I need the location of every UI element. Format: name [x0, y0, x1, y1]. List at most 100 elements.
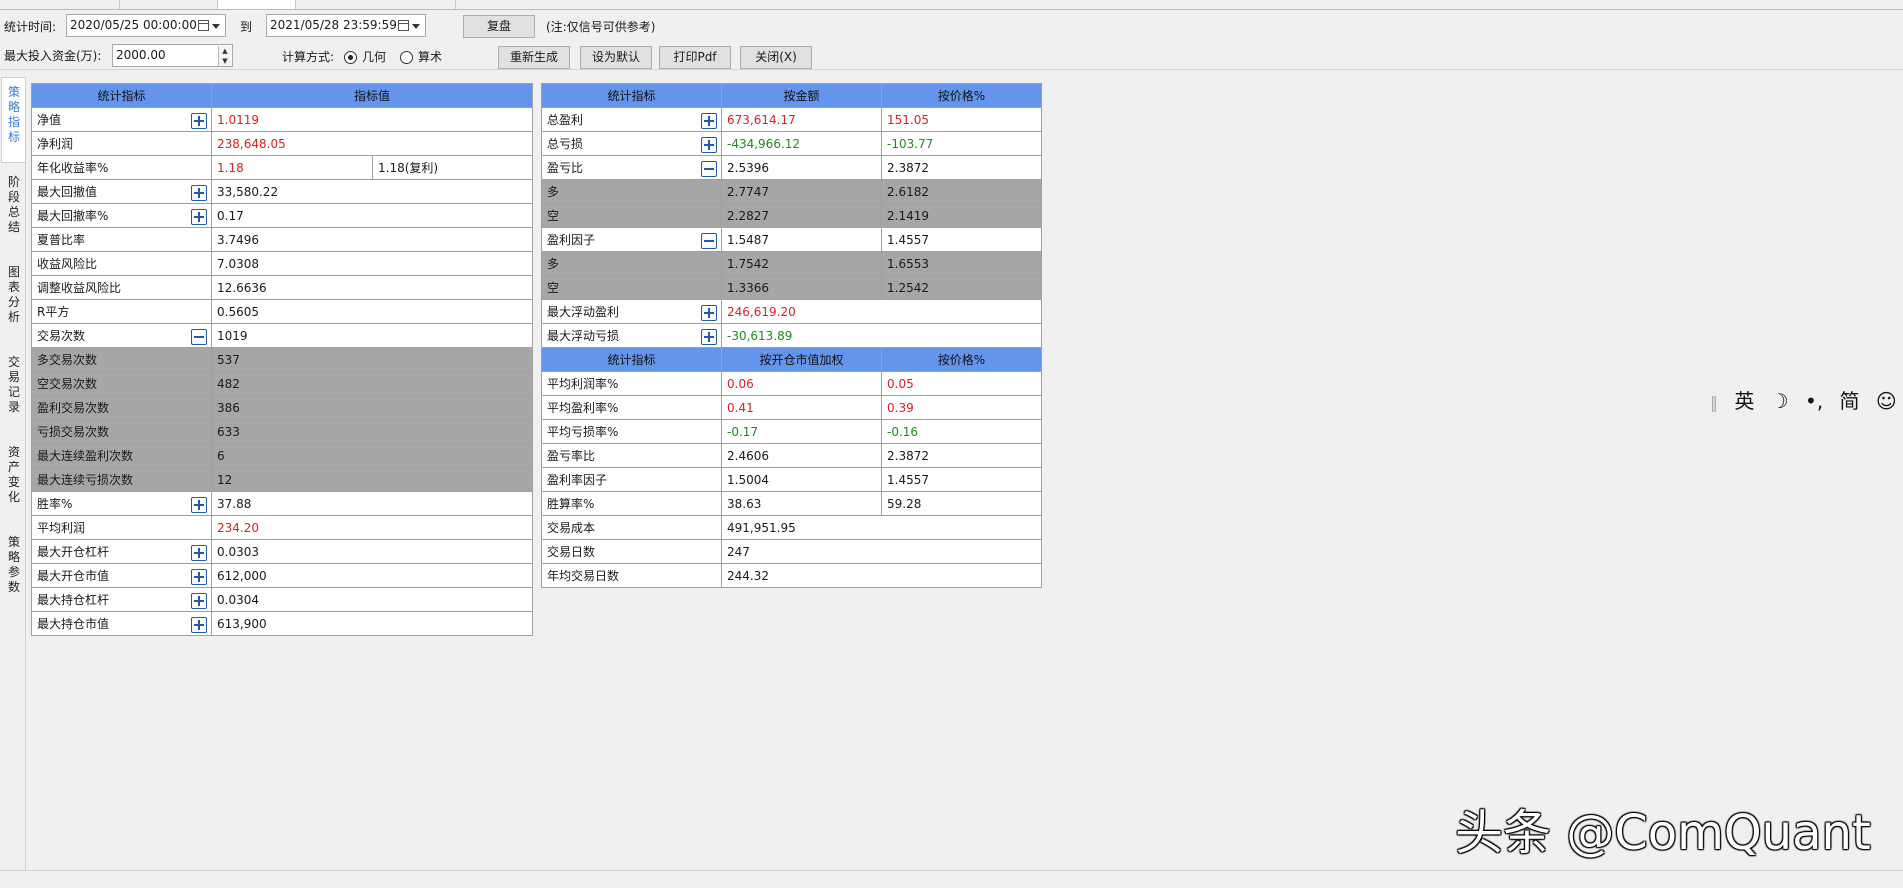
- metric-label-text: 净值: [37, 113, 62, 127]
- amount-value: 2.4606: [721, 443, 882, 468]
- top-tab-fragment[interactable]: [296, 0, 456, 9]
- ime-english-toggle[interactable]: 英: [1734, 388, 1754, 414]
- metric-value: 234.20: [210, 515, 534, 540]
- expand-icon[interactable]: [701, 329, 717, 345]
- table-row: 最大回撤率% 0.17: [31, 203, 534, 228]
- amount-value: 38.63: [721, 491, 882, 516]
- end-datetime-picker[interactable]: 2021/05/28 23:59:59: [266, 14, 426, 37]
- table-row: 净利润 238,648.05: [31, 131, 534, 156]
- metric-label-text: 胜算率%: [547, 497, 595, 511]
- expand-icon[interactable]: [191, 569, 207, 585]
- table-row: 多 2.7747 2.6182: [541, 179, 1042, 204]
- amount-value: 2.7747: [721, 179, 882, 204]
- metric-label: 盈利交易次数: [31, 395, 212, 420]
- expand-icon[interactable]: [191, 209, 207, 225]
- metric-value: 12.6636: [210, 275, 534, 300]
- chevron-down-icon[interactable]: [212, 24, 220, 29]
- table-header-row: 统计指标 指标值: [31, 83, 534, 108]
- metric-label: 最大持仓杠杆: [31, 587, 212, 612]
- calc-method-label: 计算方式:: [282, 50, 335, 64]
- table-row: 盈利率因子 1.5004 1.4557: [541, 467, 1042, 492]
- tab-strategy-params[interactable]: 策略参数: [7, 535, 21, 595]
- start-datetime-picker[interactable]: 2020/05/25 00:00:00: [66, 14, 226, 37]
- metric-label: 平均利润率%: [541, 371, 722, 396]
- radio-arithmetic[interactable]: [400, 51, 413, 64]
- price-pct-value: 2.1419: [881, 203, 1042, 228]
- moon-icon[interactable]: ☽: [1771, 388, 1789, 414]
- expand-icon[interactable]: [191, 593, 207, 609]
- set-default-button[interactable]: 设为默认: [580, 46, 652, 69]
- expand-icon[interactable]: [191, 185, 207, 201]
- table-row: 夏普比率 3.7496: [31, 227, 534, 252]
- metric-value: 238,648.05: [210, 131, 534, 156]
- spin-up-icon[interactable]: ▲: [218, 46, 231, 56]
- table-row: 空交易次数 482: [31, 371, 534, 396]
- price-pct-value: 151.05: [881, 107, 1042, 132]
- collapse-icon[interactable]: [701, 233, 717, 249]
- expand-icon[interactable]: [701, 137, 717, 153]
- capital-input[interactable]: 2000.00 ▲ ▼: [112, 44, 233, 67]
- radio-geometric-label[interactable]: 几何: [362, 49, 386, 65]
- regenerate-button[interactable]: 重新生成: [498, 46, 570, 69]
- status-bar: [0, 870, 1903, 888]
- metric-label: 最大回撤率%: [31, 203, 212, 228]
- metric-label: 调整收益风险比: [31, 275, 212, 300]
- metric-label-text: 最大开仓杠杆: [37, 545, 110, 559]
- print-pdf-button[interactable]: 打印Pdf: [659, 46, 731, 69]
- metric-label-text: 平均盈利率%: [547, 401, 619, 415]
- radio-geometric[interactable]: [344, 51, 357, 64]
- punctuation-icon[interactable]: •,: [1805, 388, 1823, 414]
- metric-label: 空: [541, 275, 722, 300]
- metric-label-text: 年化收益率%: [37, 161, 109, 175]
- metric-label-text: 多: [547, 185, 560, 199]
- expand-icon[interactable]: [191, 113, 207, 129]
- calendar-icon[interactable]: [398, 20, 409, 31]
- metric-label-text: 交易次数: [37, 329, 86, 343]
- tab-stage-summary[interactable]: 阶段总结: [7, 175, 21, 235]
- metric-label-text: 盈亏比: [547, 161, 584, 175]
- table-row: 多 1.7542 1.6553: [541, 251, 1042, 276]
- table-row: 亏损交易次数 633: [31, 419, 534, 444]
- metric-label: 夏普比率: [31, 227, 212, 252]
- metric-label: 交易日数: [541, 539, 722, 564]
- header-amount: 按金额: [721, 83, 882, 108]
- top-tab-fragment[interactable]: [218, 0, 296, 9]
- metric-label: 最大开仓杠杆: [31, 539, 212, 564]
- top-tab-fragment[interactable]: [0, 0, 120, 9]
- expand-icon[interactable]: [701, 113, 717, 129]
- metric-value: 482: [210, 371, 534, 396]
- expand-icon[interactable]: [701, 305, 717, 321]
- chevron-down-icon[interactable]: [412, 24, 420, 29]
- calendar-icon[interactable]: [198, 20, 209, 31]
- spin-down-icon[interactable]: ▼: [218, 56, 231, 66]
- collapse-icon[interactable]: [191, 329, 207, 345]
- metric-label-text: 盈亏率比: [547, 449, 596, 463]
- metric-value: 633: [210, 419, 534, 444]
- metric-label-text: 交易成本: [547, 521, 596, 535]
- metric-label-text: 最大开仓市值: [37, 569, 110, 583]
- expand-icon[interactable]: [191, 617, 207, 633]
- metric-label: 最大连续盈利次数: [31, 443, 212, 468]
- tab-chart-analysis[interactable]: 图表分析: [7, 265, 21, 325]
- emoji-icon[interactable]: ☺: [1876, 388, 1897, 414]
- tab-asset-changes[interactable]: 资产变化: [7, 445, 21, 505]
- table-header-row: 统计指标 按金额 按价格%: [541, 83, 1042, 108]
- metric-label: 平均亏损率%: [541, 419, 722, 444]
- ime-simplified-toggle[interactable]: 简: [1840, 388, 1860, 414]
- close-button[interactable]: 关闭(X): [740, 46, 812, 69]
- metric-value: 386: [210, 395, 534, 420]
- price-pct-value: 1.2542: [881, 275, 1042, 300]
- expand-icon[interactable]: [191, 545, 207, 561]
- tab-strategy-metrics[interactable]: 策略指标: [7, 85, 21, 145]
- amount-value: 247: [721, 539, 1042, 564]
- tab-trade-records[interactable]: 交易记录: [7, 355, 21, 415]
- replay-button[interactable]: 复盘: [463, 15, 535, 38]
- radio-arithmetic-label[interactable]: 算术: [418, 49, 442, 65]
- metric-label-text: 最大浮动盈利: [547, 305, 620, 319]
- ime-drag-handle[interactable]: ‖: [1710, 390, 1718, 416]
- metric-label: 年均交易日数: [541, 563, 722, 588]
- table-row: 平均利润 234.20: [31, 515, 534, 540]
- top-tab-fragment[interactable]: [120, 0, 218, 9]
- expand-icon[interactable]: [191, 497, 207, 513]
- collapse-icon[interactable]: [701, 161, 717, 177]
